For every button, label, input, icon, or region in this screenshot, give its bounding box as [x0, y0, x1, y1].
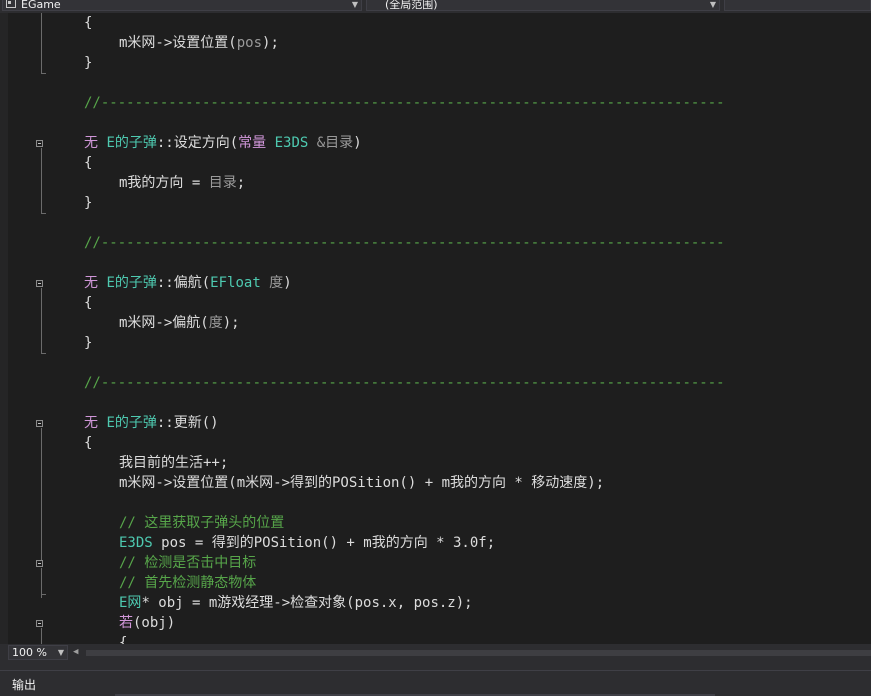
- collapse-icon[interactable]: [36, 620, 43, 627]
- code-line: }: [84, 195, 93, 211]
- code-line: m米网->设置位置(m米网->得到的POSition() + m我的方向 * 移…: [119, 475, 605, 491]
- chevron-down-icon: ▼: [709, 0, 716, 9]
- fold-guide-end: [41, 594, 46, 595]
- panel-divider[interactable]: [0, 662, 871, 670]
- chevron-down-icon: ▼: [351, 0, 358, 9]
- code-line: {: [84, 155, 93, 171]
- line-margin: [8, 13, 26, 644]
- separator-comment: //--------------------------------------…: [84, 95, 725, 111]
- project-icon: [6, 0, 16, 8]
- fold-guide: [41, 628, 42, 644]
- fold-guide: [41, 288, 42, 354]
- code-line: {: [84, 435, 93, 451]
- fold-guide-end: [41, 73, 46, 74]
- separator-comment: //--------------------------------------…: [84, 235, 725, 251]
- collapse-icon[interactable]: [36, 280, 43, 287]
- separator-comment: //--------------------------------------…: [84, 375, 725, 391]
- output-panel-title[interactable]: 输出: [12, 676, 36, 693]
- code-line: {: [84, 295, 93, 311]
- code-line: }: [84, 55, 93, 71]
- code-line: {: [84, 15, 93, 31]
- code-comment: // 这里获取子弹头的位置: [119, 515, 285, 531]
- code-line: {: [119, 635, 128, 644]
- horizontal-scrollbar[interactable]: [86, 650, 871, 656]
- member-dropdown[interactable]: [724, 0, 871, 11]
- code-comment: // 检测是否击中目标: [119, 555, 257, 571]
- function-signature: 无 E的子弹::设定方向(常量 E3DS &目录): [84, 135, 362, 151]
- code-line: m米网->偏航(度);: [119, 315, 240, 331]
- chevron-down-icon: ▼: [57, 648, 64, 657]
- fold-guide: [41, 148, 42, 214]
- function-signature: 无 E的子弹::偏航(EFloat 度): [84, 275, 292, 291]
- scroll-left-icon[interactable]: ◀: [73, 647, 78, 657]
- code-line: m我的方向 = 目录;: [119, 175, 246, 191]
- code-editor[interactable]: { m米网->设置位置(pos); } //------------------…: [0, 13, 871, 644]
- collapse-icon[interactable]: [36, 420, 43, 427]
- project-dropdown[interactable]: EGame ▼: [2, 0, 362, 11]
- code-line: m米网->设置位置(pos);: [119, 35, 279, 51]
- fold-guide: [41, 13, 42, 74]
- editor-status-strip: 100 % ▼ ◀: [0, 644, 871, 662]
- indicator-margin: [0, 13, 8, 644]
- fold-guide-end: [41, 353, 46, 354]
- output-panel: 输出: [0, 670, 871, 696]
- code-line: 我目前的生活++;: [119, 455, 229, 471]
- project-dropdown-label: EGame: [21, 0, 61, 11]
- function-signature: 无 E的子弹::更新(): [84, 415, 219, 431]
- code-line: 若(obj): [119, 615, 176, 631]
- code-comment: // 首先检测静态物体: [119, 575, 257, 591]
- code-line: }: [84, 335, 93, 351]
- collapse-icon[interactable]: [36, 140, 43, 147]
- zoom-dropdown[interactable]: 100 % ▼: [8, 645, 68, 660]
- scope-dropdown-label: (全局范围): [385, 0, 438, 11]
- collapse-icon[interactable]: [36, 560, 43, 567]
- fold-guide: [41, 428, 42, 560]
- navigation-bar: EGame ▼ (全局范围) ▼: [0, 0, 871, 13]
- scope-dropdown[interactable]: (全局范围) ▼: [366, 0, 720, 11]
- zoom-level: 100 %: [12, 646, 47, 659]
- code-line: E网* obj = m游戏经理->检查对象(pos.x, pos.z);: [119, 595, 473, 611]
- fold-guide-end: [41, 213, 46, 214]
- code-line: E3DS pos = 得到的POSition() + m我的方向 * 3.0f;: [119, 535, 496, 551]
